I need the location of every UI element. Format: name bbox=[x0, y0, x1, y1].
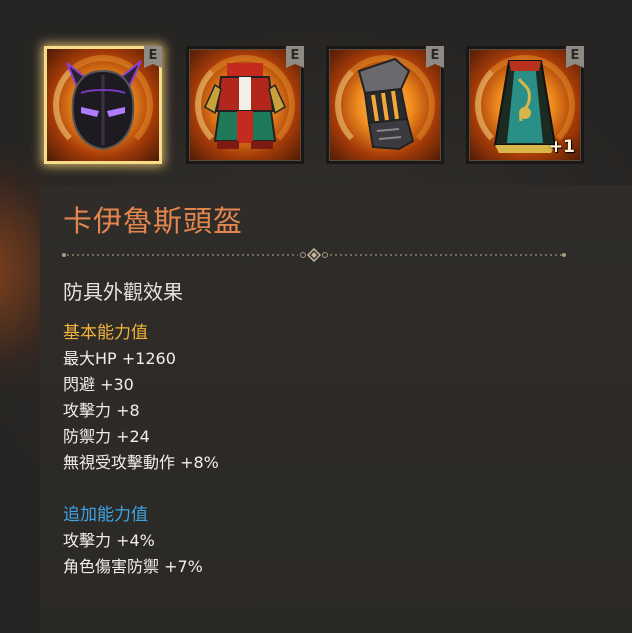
slot-armor[interactable]: E bbox=[186, 46, 304, 164]
enhance-level: +1 bbox=[548, 137, 575, 157]
helmet-icon bbox=[66, 60, 142, 151]
ornamental-divider bbox=[62, 248, 566, 262]
stat-line: 防禦力 +24 bbox=[63, 427, 150, 446]
extra-stats-section: 追加能力值 攻擊力 +4% 角色傷害防禦 +7% bbox=[63, 502, 203, 580]
gauntlet-icon bbox=[357, 57, 415, 151]
armor-icon bbox=[204, 63, 286, 149]
stat-line: 角色傷害防禦 +7% bbox=[63, 557, 203, 576]
item-subtitle: 防具外觀效果 bbox=[63, 280, 183, 304]
stat-line: 攻擊力 +4% bbox=[63, 531, 155, 550]
stat-line: 最大HP +1260 bbox=[63, 349, 176, 368]
stat-line: 攻擊力 +8 bbox=[63, 401, 140, 420]
stat-line: 閃避 +30 bbox=[63, 375, 134, 394]
base-stats-heading: 基本能力值 bbox=[63, 323, 148, 343]
slot-helmet[interactable]: E bbox=[44, 46, 162, 164]
extra-stats-heading: 追加能力值 bbox=[63, 505, 148, 525]
base-stats-section: 基本能力值 最大HP +1260 閃避 +30 攻擊力 +8 防禦力 +24 無… bbox=[63, 320, 219, 476]
slot-cape[interactable]: E +1 bbox=[466, 46, 584, 164]
slot-gloves[interactable]: E bbox=[326, 46, 444, 164]
stat-line: 無視受攻擊動作 +8% bbox=[63, 453, 219, 472]
item-title: 卡伊魯斯頭盔 bbox=[63, 204, 244, 238]
